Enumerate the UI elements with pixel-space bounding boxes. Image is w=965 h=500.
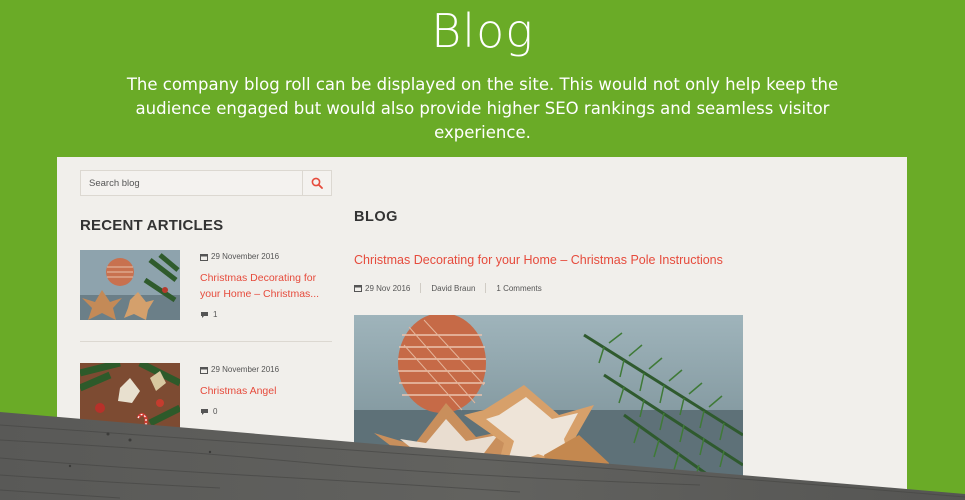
meta-separator [420,283,422,293]
calendar-icon [200,366,208,374]
calendar-icon [200,253,208,261]
recent-article: 29 November 2016 Christmas Decorating fo… [80,250,332,330]
article-title-link[interactable]: Christmas Angel [200,383,335,399]
post-author[interactable]: David Braun [431,284,475,293]
article-comment-count: 0 [213,407,218,416]
meta-separator [485,283,487,293]
article-thumbnail[interactable] [80,250,180,320]
article-comments: 0 [200,407,217,416]
search-button[interactable] [302,171,331,195]
article-date-text: 29 November 2016 [211,365,280,374]
article-comment-count: 1 [213,310,218,319]
post-date: 29 Nov 2016 [365,283,411,293]
article-title-link[interactable]: Christmas Decorating for your Home – Chr… [200,270,335,302]
search-input[interactable] [81,171,303,195]
post-comments[interactable]: 1 Comments [496,284,541,293]
article-date: 29 November 2016 [200,365,279,374]
divider [80,341,332,342]
search-icon [311,177,323,189]
blog-heading: BLOG [354,209,398,225]
article-comments: 1 [200,310,217,319]
comment-icon [201,408,208,415]
recent-articles-title: RECENT ARTICLES [80,217,224,234]
article-date-text: 29 November 2016 [211,252,280,261]
article-date: 29 November 2016 [200,252,279,261]
blog-preview-panel: RECENT ARTICLES 29 November 2016 Christm… [57,157,907,500]
comment-icon [201,311,208,318]
post-meta: 29 Nov 2016 David Braun 1 Comments [354,283,542,293]
post-featured-image[interactable] [354,315,743,500]
search-box [80,170,332,196]
hero-description: The company blog roll can be displayed o… [126,75,839,142]
hero-title: Blog [431,4,534,58]
article-thumbnail[interactable] [80,363,180,433]
recent-article: 29 November 2016 Christmas Angel 0 [80,363,332,443]
post-title-link[interactable]: Christmas Decorating for your Home – Chr… [354,253,723,267]
calendar-icon [354,285,362,292]
